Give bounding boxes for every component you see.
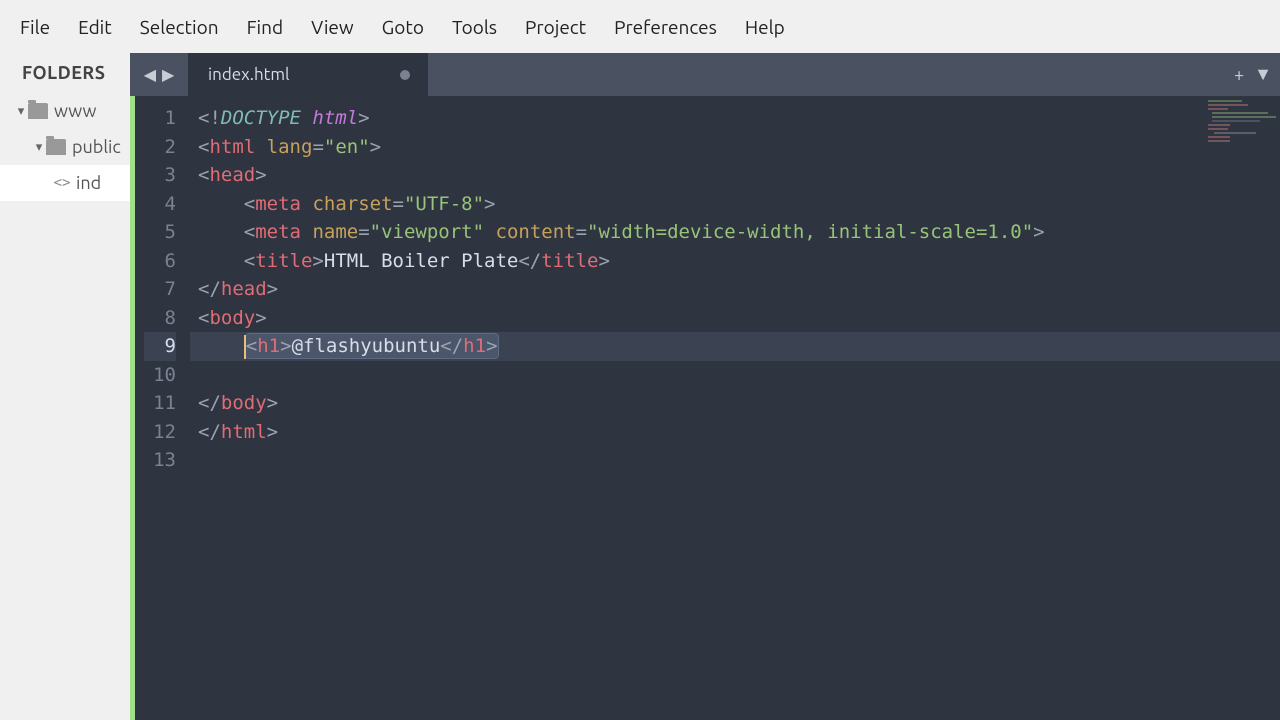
tab-nav-arrows: ◀ ▶ xyxy=(130,53,188,96)
line-number: 4 xyxy=(144,190,176,219)
menu-goto[interactable]: Goto xyxy=(368,10,438,44)
menu-edit[interactable]: Edit xyxy=(64,10,126,44)
code-line[interactable]: <html lang="en"> xyxy=(198,133,1280,162)
chevron-down-icon: ▾ xyxy=(32,140,46,155)
new-tab-icon[interactable]: + xyxy=(1234,65,1244,85)
code-line[interactable]: <meta name="viewport" content="width=dev… xyxy=(198,218,1280,247)
line-number: 3 xyxy=(144,161,176,190)
tree-label: ind xyxy=(76,173,101,193)
code-line[interactable]: </body> xyxy=(198,389,1280,418)
code-line[interactable]: <!DOCTYPE html> xyxy=(198,104,1280,133)
text-cursor xyxy=(244,335,246,359)
tree-folder-root[interactable]: ▾ www xyxy=(0,93,130,129)
menu-find[interactable]: Find xyxy=(233,10,298,44)
menu-help[interactable]: Help xyxy=(731,10,799,44)
code-area[interactable]: 12345678910111213 <!DOCTYPE html><html l… xyxy=(130,96,1280,720)
line-number: 6 xyxy=(144,247,176,276)
nav-back-icon[interactable]: ◀ xyxy=(144,67,156,83)
code-line[interactable]: </head> xyxy=(198,275,1280,304)
menu-view[interactable]: View xyxy=(297,10,368,44)
tab-bar-actions: + ▼ xyxy=(1234,53,1280,96)
menu-file[interactable]: File xyxy=(6,10,64,44)
tree-label: public xyxy=(72,137,121,157)
code-line[interactable]: <title>HTML Boiler Plate</title> xyxy=(198,247,1280,276)
sidebar: FOLDERS ▾ www ▾ public <> ind xyxy=(0,53,130,720)
folder-tree: ▾ www ▾ public <> ind xyxy=(0,93,130,201)
code-line[interactable]: <body> xyxy=(198,304,1280,333)
tab-menu-icon[interactable]: ▼ xyxy=(1254,64,1272,85)
gutter-change-indicator xyxy=(130,96,135,720)
tree-folder-child[interactable]: ▾ public xyxy=(0,129,130,165)
code-file-icon: <> xyxy=(52,175,72,191)
folder-icon xyxy=(28,103,48,119)
tree-label: www xyxy=(54,101,97,121)
code-line[interactable]: <head> xyxy=(198,161,1280,190)
line-number: 12 xyxy=(144,418,176,447)
tab-active[interactable]: index.html xyxy=(188,53,428,96)
line-number: 10 xyxy=(144,361,176,390)
line-number: 5 xyxy=(144,218,176,247)
menu-preferences[interactable]: Preferences xyxy=(600,10,731,44)
line-number: 11 xyxy=(144,389,176,418)
tab-bar: ◀ ▶ index.html + ▼ xyxy=(130,53,1280,96)
code-line[interactable]: </html> xyxy=(198,418,1280,447)
folder-icon xyxy=(46,139,66,155)
main-area: FOLDERS ▾ www ▾ public <> ind ◀ ▶ xyxy=(0,53,1280,720)
line-number-gutter: 12345678910111213 xyxy=(130,96,190,720)
code-line[interactable]: <h1>@flashyubuntu</h1> xyxy=(190,332,1280,361)
line-number: 13 xyxy=(144,446,176,475)
editor-panel: ◀ ▶ index.html + ▼ 12345678910111213 <!D… xyxy=(130,53,1280,720)
tab-title: index.html xyxy=(208,65,289,84)
code-content[interactable]: <!DOCTYPE html><html lang="en"><head> <m… xyxy=(190,96,1280,720)
tree-file-active[interactable]: <> ind xyxy=(0,165,130,201)
code-line[interactable] xyxy=(198,361,1280,390)
line-number: 2 xyxy=(144,133,176,162)
menubar: File Edit Selection Find View Goto Tools… xyxy=(0,0,1280,53)
menu-selection[interactable]: Selection xyxy=(126,10,233,44)
line-number: 1 xyxy=(144,104,176,133)
line-number: 9 xyxy=(144,332,176,361)
line-number: 7 xyxy=(144,275,176,304)
code-line[interactable]: <meta charset="UTF-8"> xyxy=(198,190,1280,219)
nav-forward-icon[interactable]: ▶ xyxy=(162,67,174,83)
code-line[interactable] xyxy=(198,446,1280,475)
sidebar-header: FOLDERS xyxy=(0,53,130,93)
menu-tools[interactable]: Tools xyxy=(438,10,511,44)
tab-dirty-indicator-icon xyxy=(400,70,410,80)
text-selection: <h1>@flashyubuntu</h1> xyxy=(246,334,498,358)
chevron-down-icon: ▾ xyxy=(14,104,28,119)
line-number: 8 xyxy=(144,304,176,333)
menu-project[interactable]: Project xyxy=(511,10,600,44)
